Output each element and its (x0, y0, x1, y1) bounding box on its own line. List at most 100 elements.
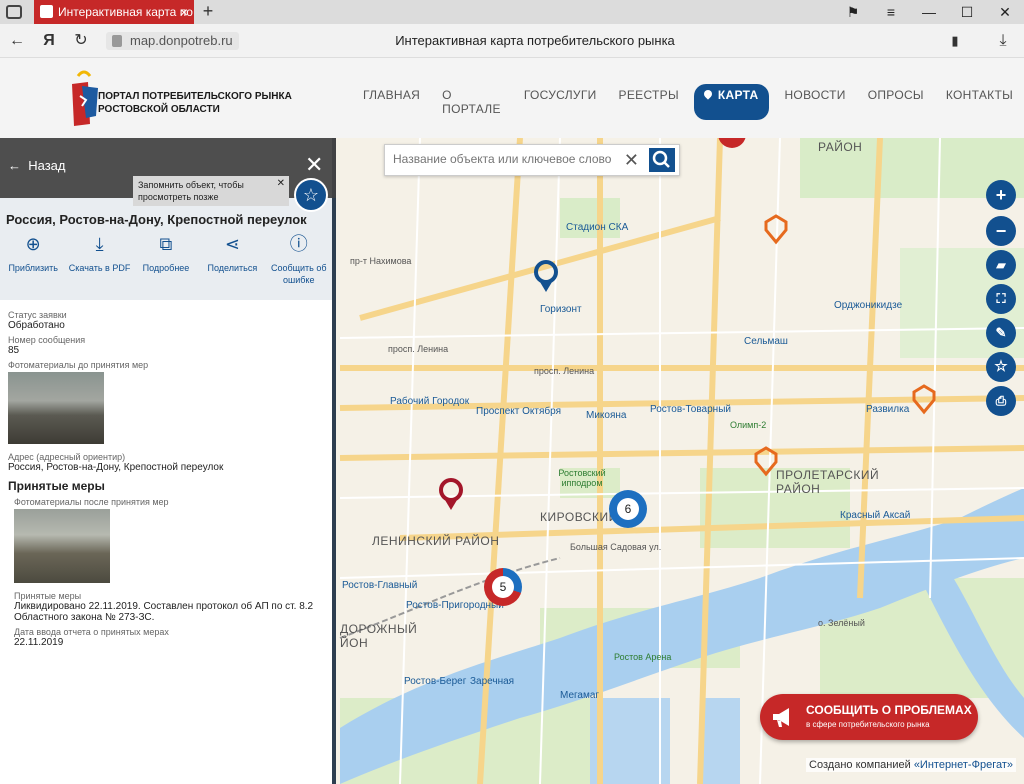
reload-icon[interactable]: ↻ (70, 30, 92, 52)
map-label: ЙОН (340, 636, 369, 650)
share-icon: ⋖ (224, 234, 240, 254)
favicon-icon (40, 5, 53, 18)
map-label: ДОРОЖНЫЙ (340, 622, 418, 636)
portal-logo[interactable] (70, 66, 100, 126)
address-value: Россия, Ростов-на-Дону, Крепостной переу… (8, 462, 224, 473)
map-label: Заречная (470, 676, 515, 687)
map-label: Олимп-2 (730, 420, 767, 430)
report-date-value: 22.11.2019 (14, 637, 64, 648)
brush-icon[interactable]: ✎ (986, 318, 1016, 348)
map-label: РАЙОН (776, 482, 821, 496)
map-label: о. Зелёный (818, 618, 865, 628)
nav-news[interactable]: НОВОСТИ (773, 84, 856, 120)
map-label: Микояна (586, 410, 627, 421)
map-label: Рабочий Городок (390, 396, 470, 407)
tab-title: Интерактивная карта по (58, 5, 193, 19)
close-window-button[interactable]: ✕ (986, 0, 1024, 24)
download-icon[interactable]: ⤓ (992, 30, 1014, 52)
map-label: Горизонт (540, 304, 582, 315)
company-link[interactable]: «Интернет-Фрегат» (914, 759, 1013, 771)
tab-close-icon[interactable]: × (180, 0, 188, 24)
map-search: ✕ (384, 144, 680, 176)
tabs-menu-icon[interactable] (6, 5, 22, 19)
search-button[interactable] (649, 148, 675, 172)
zoom-to-button[interactable]: ⊕ Приблизить (2, 234, 64, 286)
window-controls: ⚑ ≡ — ☐ ✕ (834, 0, 1024, 24)
favorites-icon[interactable]: ☆ (986, 352, 1016, 382)
alert-icon: ⓘ (289, 234, 308, 254)
panel-body: Статус заявки Обработано Номер сообщения… (8, 310, 326, 652)
map-label: Красный Аксай (840, 510, 911, 521)
map-label: Ростов-Пригородный (406, 600, 504, 611)
minimize-button[interactable]: — (910, 0, 948, 24)
nav-map[interactable]: КАРТА (693, 84, 770, 120)
map-label: Большая Садовая ул. (570, 542, 662, 552)
save-star-button[interactable]: ☆ (294, 178, 328, 212)
address-bar: ← Я ↻ map.donpotreb.ru Интерактивная кар… (0, 24, 1024, 58)
print-icon[interactable]: ⎙ (986, 386, 1016, 416)
new-tab-button[interactable]: + (198, 0, 218, 24)
clear-search-icon[interactable]: ✕ (624, 150, 639, 171)
browser-tab[interactable]: Интерактивная карта по × (34, 0, 194, 24)
download-pdf-button[interactable]: ⤓ Скачать в PDF (69, 234, 131, 286)
map-label: Ростов-Берег (404, 676, 467, 687)
measures-title: Принятые меры (8, 479, 105, 493)
status-value: Обработано (8, 320, 65, 331)
zoom-icon: ⊕ (25, 234, 41, 254)
search-input[interactable] (393, 152, 623, 166)
nav-polls[interactable]: ОПРОСЫ (857, 84, 935, 120)
map-label: просп. Ленина (534, 366, 595, 376)
map-label: Развилка (866, 404, 910, 415)
url-field[interactable]: map.donpotreb.ru (106, 32, 239, 50)
report-error-button[interactable]: ⓘ Сообщить об ошибке (268, 234, 330, 286)
external-link-icon: ⧉ (159, 234, 173, 254)
page-title: Интерактивная карта потребительского рын… (395, 33, 675, 48)
zoom-out-button[interactable]: − (986, 216, 1016, 246)
bookmarks-icon[interactable]: ⚑ (834, 0, 872, 24)
map-label: Проспект Октября (476, 406, 561, 417)
details-button[interactable]: ⧉ Подробнее (135, 234, 197, 286)
browser-tab-bar: Интерактивная карта по × + ⚑ ≡ — ☐ ✕ (0, 0, 1024, 24)
map-label: Ростов-Товарный (650, 404, 731, 415)
star-icon: ☆ (302, 185, 320, 205)
map-label: Мегамаг (560, 690, 600, 701)
nav-services[interactable]: ГОСУСЛУГИ (513, 84, 608, 120)
nav-home[interactable]: ГЛАВНАЯ (352, 84, 431, 120)
credit-text: Создано компанией «Интернет-Фрегат» (806, 758, 1016, 772)
yandex-icon[interactable]: Я (38, 30, 60, 52)
share-button[interactable]: ⋖ Поделиться (201, 234, 263, 286)
panel-actions: ⊕ Приблизить ⤓ Скачать в PDF ⧉ Подробнее… (0, 234, 332, 286)
menu-icon[interactable]: ≡ (872, 0, 910, 24)
map-label: РАЙОН (818, 140, 863, 154)
tooltip-close-icon[interactable]: ✕ (277, 178, 285, 190)
map-cluster[interactable]: 5 (484, 568, 522, 606)
photo-before[interactable] (8, 372, 104, 444)
nav-about[interactable]: О ПОРТАЛЕ (431, 84, 513, 120)
back-button[interactable]: ← Назад (8, 158, 65, 173)
ruler-icon[interactable]: ▰ (986, 250, 1016, 280)
logo-text: ПОРТАЛ ПОТРЕБИТЕЛЬСКОГО РЫНКА РОСТОВСКОЙ… (98, 91, 292, 115)
map-label: пр-т Нахимова (350, 256, 412, 266)
map-label: ПРОЛЕТАРСКИЙ (776, 468, 880, 482)
panel-close-icon[interactable]: ✕ (305, 152, 323, 178)
map-label: Ростов Арена (614, 652, 672, 662)
object-title: Россия, Ростов-на-Дону, Крепостной переу… (6, 212, 307, 227)
save-tooltip: Запомнить объект, чтобы просмотреть позж… (133, 176, 289, 206)
back-arrow-icon: ← (8, 158, 21, 173)
map-label: Ростовский ипподром (558, 468, 606, 488)
bookmark-icon[interactable]: ▮ (944, 30, 966, 52)
download-icon: ⤓ (95, 234, 104, 254)
nav-contacts[interactable]: КОНТАКТЫ (935, 84, 1024, 120)
zoom-in-button[interactable]: + (986, 180, 1016, 210)
report-problem-button[interactable]: СООБЩИТЬ О ПРОБЛЕМАХ в сфере потребитель… (760, 694, 978, 740)
photo-after[interactable] (14, 509, 110, 583)
map-label: Стадион СКА (566, 222, 629, 233)
maximize-button[interactable]: ☐ (948, 0, 986, 24)
object-panel: ← Назад ✕ Россия, Ростов-на-Дону, Крепос… (0, 138, 336, 784)
map-cluster[interactable]: 6 (609, 490, 647, 528)
nav-registries[interactable]: РЕЕСТРЫ (608, 84, 690, 120)
site-header: ПОРТАЛ ПОТРЕБИТЕЛЬСКОГО РЫНКА РОСТОВСКОЙ… (0, 58, 1024, 138)
select-area-icon[interactable]: ⛶ (986, 284, 1016, 314)
back-arrow-icon[interactable]: ← (6, 30, 28, 52)
number-value: 85 (8, 345, 20, 356)
